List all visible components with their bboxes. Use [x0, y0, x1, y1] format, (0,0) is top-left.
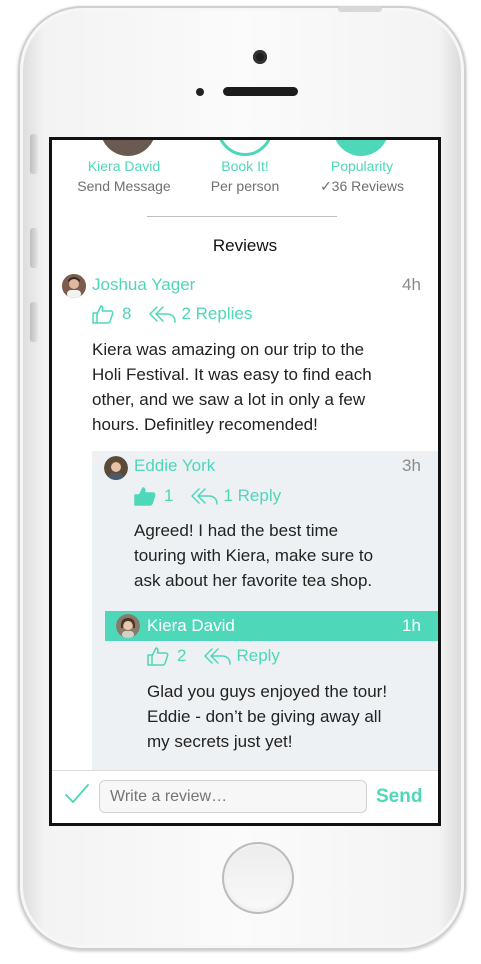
reply-all-icon: [191, 488, 219, 505]
checkmark-icon[interactable]: [64, 783, 90, 805]
popularity-label: Popularity: [330, 158, 394, 174]
thumbs-up-icon: [147, 647, 169, 666]
avatar[interactable]: [104, 456, 128, 480]
volume-up-button: [30, 228, 38, 268]
reviews-heading: Reviews: [212, 236, 278, 255]
send-message-link[interactable]: Send Message: [64, 176, 184, 196]
reply-label: Reply: [236, 646, 280, 665]
send-button[interactable]: Send: [376, 786, 422, 808]
like-button[interactable]: 2: [147, 646, 186, 666]
reply-time: 3h: [402, 456, 421, 475]
review-text-line: other, and we saw a lot in only a few: [92, 390, 366, 409]
home-button[interactable]: [222, 842, 294, 914]
tour-stats-row: Kiera David Send Message Book It! Per pe…: [52, 140, 438, 210]
review-time: 4h: [402, 275, 421, 294]
reply-all-icon: [204, 648, 232, 665]
reply-text-line: Glad you guys enjoyed the tour!: [147, 682, 388, 701]
replies-count: 1 Reply: [223, 486, 282, 505]
reply-text-line: my secrets just yet!: [147, 732, 293, 751]
review-author[interactable]: Joshua Yager: [92, 275, 195, 295]
review-input[interactable]: [99, 780, 367, 813]
power-button: [338, 6, 382, 12]
thumbs-up-icon: [92, 305, 114, 324]
person-avatar-icon: [62, 274, 86, 298]
like-count: 8: [122, 304, 132, 323]
reply-all-icon: [149, 306, 177, 323]
replies-link[interactable]: 2 Replies: [149, 304, 252, 324]
section-divider: [147, 216, 337, 217]
like-button[interactable]: 8: [92, 304, 131, 324]
compose-bar: Send: [52, 770, 438, 823]
reply-author[interactable]: Eddie York: [134, 456, 215, 476]
reply-author[interactable]: Kiera David: [147, 616, 235, 636]
price-unit: Per person: [210, 178, 280, 194]
app-screen: Kiera David Send Message Book It! Per pe…: [49, 137, 441, 826]
reply-text-line: touring with Kiera, make sure to: [134, 546, 374, 565]
earpiece-speaker: [223, 87, 298, 96]
reply-actions: 2 Reply: [147, 646, 280, 666]
reply-actions: 1 1 Reply: [134, 486, 281, 506]
reply-text-line: ask about her favorite tea shop.: [134, 571, 373, 590]
guide-stat[interactable]: Kiera David Send Message: [64, 156, 184, 196]
reply-time: 1h: [402, 616, 421, 635]
review-actions: 8 2 Replies: [92, 304, 252, 324]
reply-link[interactable]: Reply: [204, 646, 280, 666]
book-it-button[interactable]: Book It!: [185, 156, 305, 176]
person-avatar-icon: [116, 614, 140, 638]
person-avatar-icon: [104, 456, 128, 480]
popularity-icon: [333, 140, 389, 156]
like-count: 1: [164, 486, 174, 505]
front-camera: [253, 50, 267, 64]
review-text-line: Holi Festival. It was easy to find each: [92, 365, 372, 384]
mute-switch: [30, 134, 38, 174]
review-text-line: hours. Definitley recomended!: [92, 415, 318, 434]
book-icon[interactable]: [217, 140, 273, 156]
avatar[interactable]: [62, 274, 86, 298]
volume-down-button: [30, 302, 38, 342]
replies-count: 2 Replies: [181, 304, 253, 323]
reply-text: Glad you guys enjoyed the tour! Eddie - …: [147, 679, 437, 754]
reply-text: Agreed! I had the best time touring with…: [134, 518, 434, 593]
guide-name[interactable]: Kiera David: [64, 156, 184, 176]
book-stat[interactable]: Book It! Per person: [185, 156, 305, 196]
replies-link[interactable]: 1 Reply: [191, 486, 281, 506]
guide-avatar[interactable]: [100, 140, 156, 156]
like-button[interactable]: 1: [134, 486, 173, 506]
review-count: ✓36 Reviews: [319, 178, 405, 194]
proximity-sensor: [196, 88, 204, 96]
avatar[interactable]: [116, 614, 140, 638]
popularity-stat: Popularity ✓36 Reviews: [302, 156, 422, 196]
review-text: Kiera was amazing on our trip to the Hol…: [92, 337, 432, 437]
like-count: 2: [177, 646, 187, 665]
thumbs-up-filled-icon: [134, 487, 156, 506]
reply-text-line: Agreed! I had the best time: [134, 521, 339, 540]
review-text-line: Kiera was amazing on our trip to the: [92, 340, 365, 359]
reply-text-line: Eddie - don’t be giving away all: [147, 707, 382, 726]
